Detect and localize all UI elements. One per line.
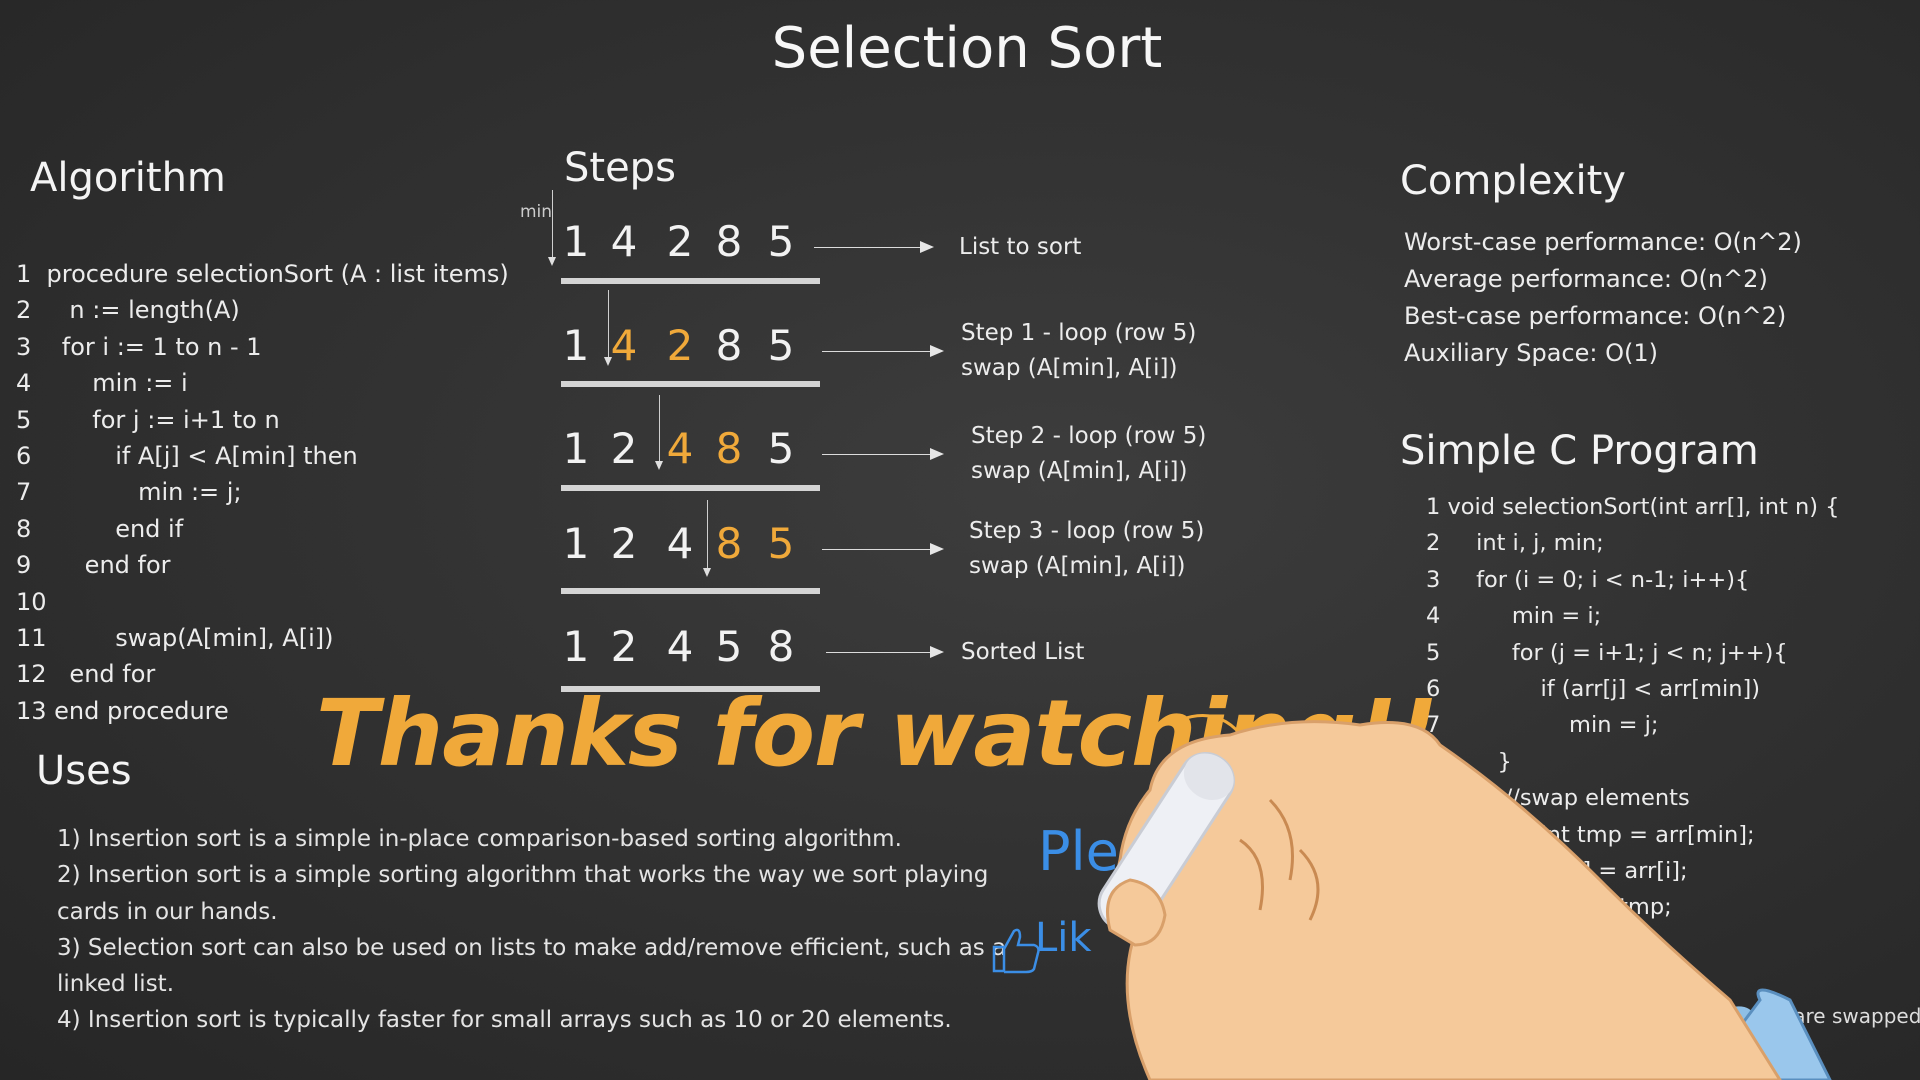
hand-holding-chalk-icon: [1097, 714, 1832, 1080]
